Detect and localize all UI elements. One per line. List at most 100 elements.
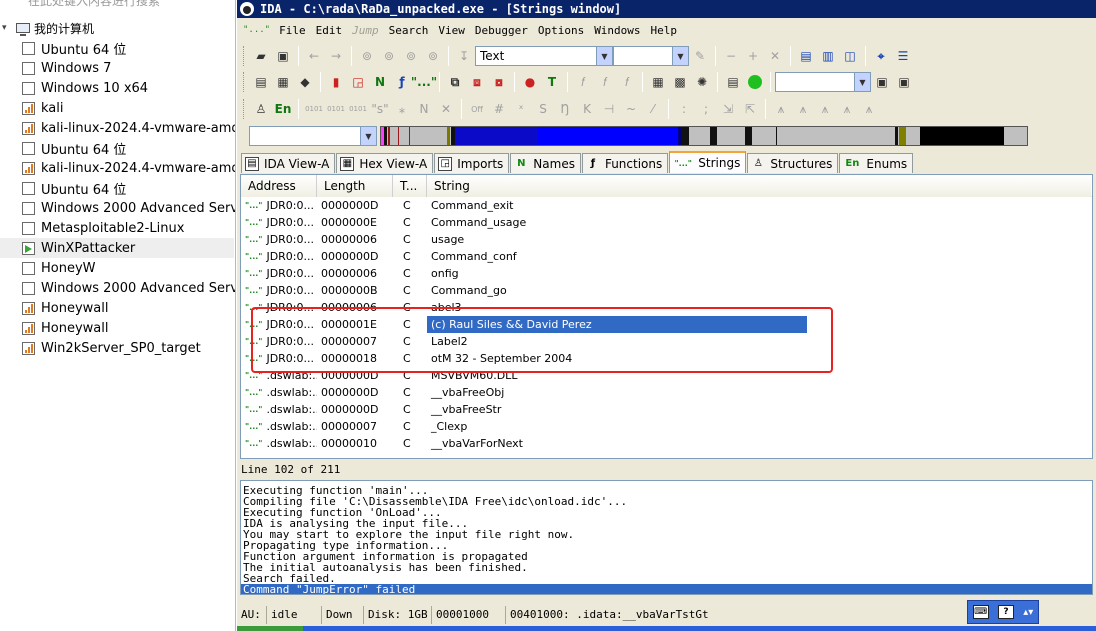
gear-icon[interactable]: ✺ <box>692 72 712 92</box>
data-binary-icon[interactable]: 0101 <box>326 99 346 119</box>
function-end-icon[interactable]: 𝑓 <box>617 72 637 92</box>
menu-debugger[interactable]: Debugger <box>470 24 533 37</box>
array-icon[interactable]: ⁎ <box>392 99 412 119</box>
tab-hex-view-a[interactable]: ▦ Hex View-A <box>336 153 434 173</box>
names-n-icon[interactable]: N <box>370 72 390 92</box>
forward-arrow-icon[interactable]: → <box>326 46 346 66</box>
plus-icon[interactable]: + <box>743 46 763 66</box>
nav-segment[interactable] <box>397 127 400 145</box>
comment-icon[interactable]: : <box>674 99 694 119</box>
attach-icon[interactable]: ▣ <box>894 72 914 92</box>
start-button[interactable] <box>237 626 303 631</box>
help-pointer-icon[interactable]: ⌖ <box>871 46 891 66</box>
vm-item[interactable]: Win2kServer_SP0_target <box>0 338 234 358</box>
nav-segment[interactable] <box>388 127 391 145</box>
string-quote-icon[interactable]: "s" <box>370 99 390 119</box>
nav-segment[interactable] <box>775 127 778 145</box>
table-row[interactable]: "..." JDR0:0... 0000000D C Command_exit <box>241 197 1092 214</box>
nav-segment[interactable] <box>920 127 1004 145</box>
disassembly-icon[interactable]: ▤ <box>251 72 271 92</box>
plugin-icon[interactable]: ▩ <box>670 72 690 92</box>
save-icon[interactable]: ▣ <box>273 46 293 66</box>
posterior-icon[interactable]: ⇱ <box>740 99 760 119</box>
table-row[interactable]: "..." JDR0:0... 0000000E C Command_usage <box>241 214 1092 231</box>
menu-jump[interactable]: Jump <box>347 24 384 37</box>
table-row[interactable]: "...".dswlab:... 0000000D C __vbaFreeObj <box>241 384 1092 401</box>
run-circle-icon[interactable] <box>748 75 762 89</box>
vm-item[interactable]: Windows 2000 Advanced Server <box>0 278 235 298</box>
vm-item[interactable]: Honeywall <box>0 298 234 318</box>
segment-combo[interactable]: ▼ <box>613 46 689 66</box>
nav-segment[interactable] <box>537 127 678 145</box>
binoculars-binary-icon[interactable]: ⊚ <box>423 46 443 66</box>
menu-help[interactable]: Help <box>646 24 683 37</box>
hex-icon[interactable]: ▦ <box>273 72 293 92</box>
nav-segment[interactable] <box>446 127 450 145</box>
anterior-icon[interactable]: ⇲ <box>718 99 738 119</box>
vm-item[interactable]: kali-linux-2024.4-vmware-amd64 <box>0 118 235 138</box>
code-binary-icon[interactable]: 0101 <box>304 99 324 119</box>
debugger-combo[interactable]: ▼ <box>775 72 871 92</box>
tab-functions[interactable]: ƒ Functions <box>581 153 669 173</box>
table-row[interactable]: "..." JDR0:0... 0000000B C Command_go <box>241 282 1092 299</box>
vm-item[interactable]: Ubuntu 64 位 <box>0 178 234 198</box>
function-f-icon[interactable]: 𝑓 <box>573 72 593 92</box>
vm-item[interactable]: Windows 7 <box>0 58 234 78</box>
jump-down-icon[interactable]: ↧ <box>454 46 474 66</box>
navigation-strip[interactable] <box>380 126 1028 146</box>
tree-all-icon[interactable]: ⩚ <box>859 99 879 119</box>
vm-item[interactable]: Honeywall <box>0 318 234 338</box>
segments-icon[interactable]: ▮ <box>326 72 346 92</box>
binoculars-next-icon[interactable]: ⊚ <box>401 46 421 66</box>
close-x-icon[interactable]: ✕ <box>765 46 785 66</box>
hash-icon[interactable]: # <box>489 99 509 119</box>
chevron-down-icon[interactable]: ▼ <box>596 47 612 65</box>
menu-edit[interactable]: Edit <box>311 24 348 37</box>
cancel-x-icon[interactable]: ✕ <box>436 99 456 119</box>
window-tile-horizontal-icon[interactable]: ▥ <box>818 46 838 66</box>
tab-names[interactable]: N Names <box>510 153 581 173</box>
toolbar-grip[interactable] <box>243 99 246 119</box>
process-icon[interactable]: ▣ <box>872 72 892 92</box>
vm-item[interactable]: WinXPattacker <box>0 238 234 258</box>
navigation-combo[interactable]: ▼ <box>249 126 377 146</box>
format-combo[interactable]: Text ▼ <box>475 46 613 66</box>
menu-search[interactable]: Search <box>384 24 434 37</box>
tree-down-icon[interactable]: ⩚ <box>793 99 813 119</box>
column-address[interactable]: Address <box>241 175 317 197</box>
tree-up-icon[interactable]: ⩚ <box>837 99 857 119</box>
nav-segment[interactable] <box>894 127 898 145</box>
slash-icon[interactable]: ⁄ <box>643 99 663 119</box>
back-arrow-icon[interactable]: ← <box>304 46 324 66</box>
toolbar-grip[interactable] <box>243 46 246 66</box>
toolbar-grip[interactable] <box>243 72 246 92</box>
column-string[interactable]: String <box>427 175 1091 197</box>
table-row[interactable]: "..." JDR0:0... 00000007 C Label2 <box>241 333 1092 350</box>
vm-item[interactable]: HoneyW <box>0 258 234 278</box>
tree-branch-icon[interactable]: ⩚ <box>815 99 835 119</box>
menu-windows[interactable]: Windows <box>589 24 645 37</box>
window-cascade-icon[interactable]: ▤ <box>796 46 816 66</box>
vm-item[interactable]: Ubuntu 64 位 <box>0 38 234 58</box>
table-row[interactable]: "...".dswlab:... 0000000D C MSVBVM60.DLL <box>241 367 1092 384</box>
list-view-icon[interactable]: ☰ <box>893 46 913 66</box>
vm-item[interactable]: Windows 2000 Advanced Server <box>0 198 235 218</box>
breakpoint-icon[interactable]: ● <box>520 72 540 92</box>
struct-icon[interactable]: ⧉ <box>445 72 465 92</box>
enums-en-icon[interactable]: En <box>273 99 293 119</box>
strings-quote-icon[interactable]: "..." <box>411 72 437 92</box>
functions-icon[interactable]: ƒ <box>392 72 412 92</box>
table-row[interactable]: "...".dswlab:... 00000007 C _Clexp <box>241 418 1092 435</box>
table-row[interactable]: "..." JDR0:0... 0000001E C (c) Raul Siles &&… <box>241 316 1092 333</box>
function-edit-icon[interactable]: 𝑓 <box>595 72 615 92</box>
menu-file[interactable]: File <box>274 24 311 37</box>
nav-segment[interactable] <box>745 127 752 145</box>
vm-item[interactable]: Ubuntu 64 位 <box>0 138 234 158</box>
table-row[interactable]: "..." JDR0:0... 00000006 Cabel3 <box>241 299 1092 316</box>
column-length[interactable]: Length <box>317 175 393 197</box>
negate-icon[interactable]: ⊣ <box>599 99 619 119</box>
menu-options[interactable]: Options <box>533 24 589 37</box>
vm-item[interactable]: Windows 10 x64 <box>0 78 234 98</box>
table-row[interactable]: "..." JDR0:0... 00000018 CotM 32 - Septembe… <box>241 350 1092 367</box>
tree-icon[interactable]: ⩚ <box>771 99 791 119</box>
